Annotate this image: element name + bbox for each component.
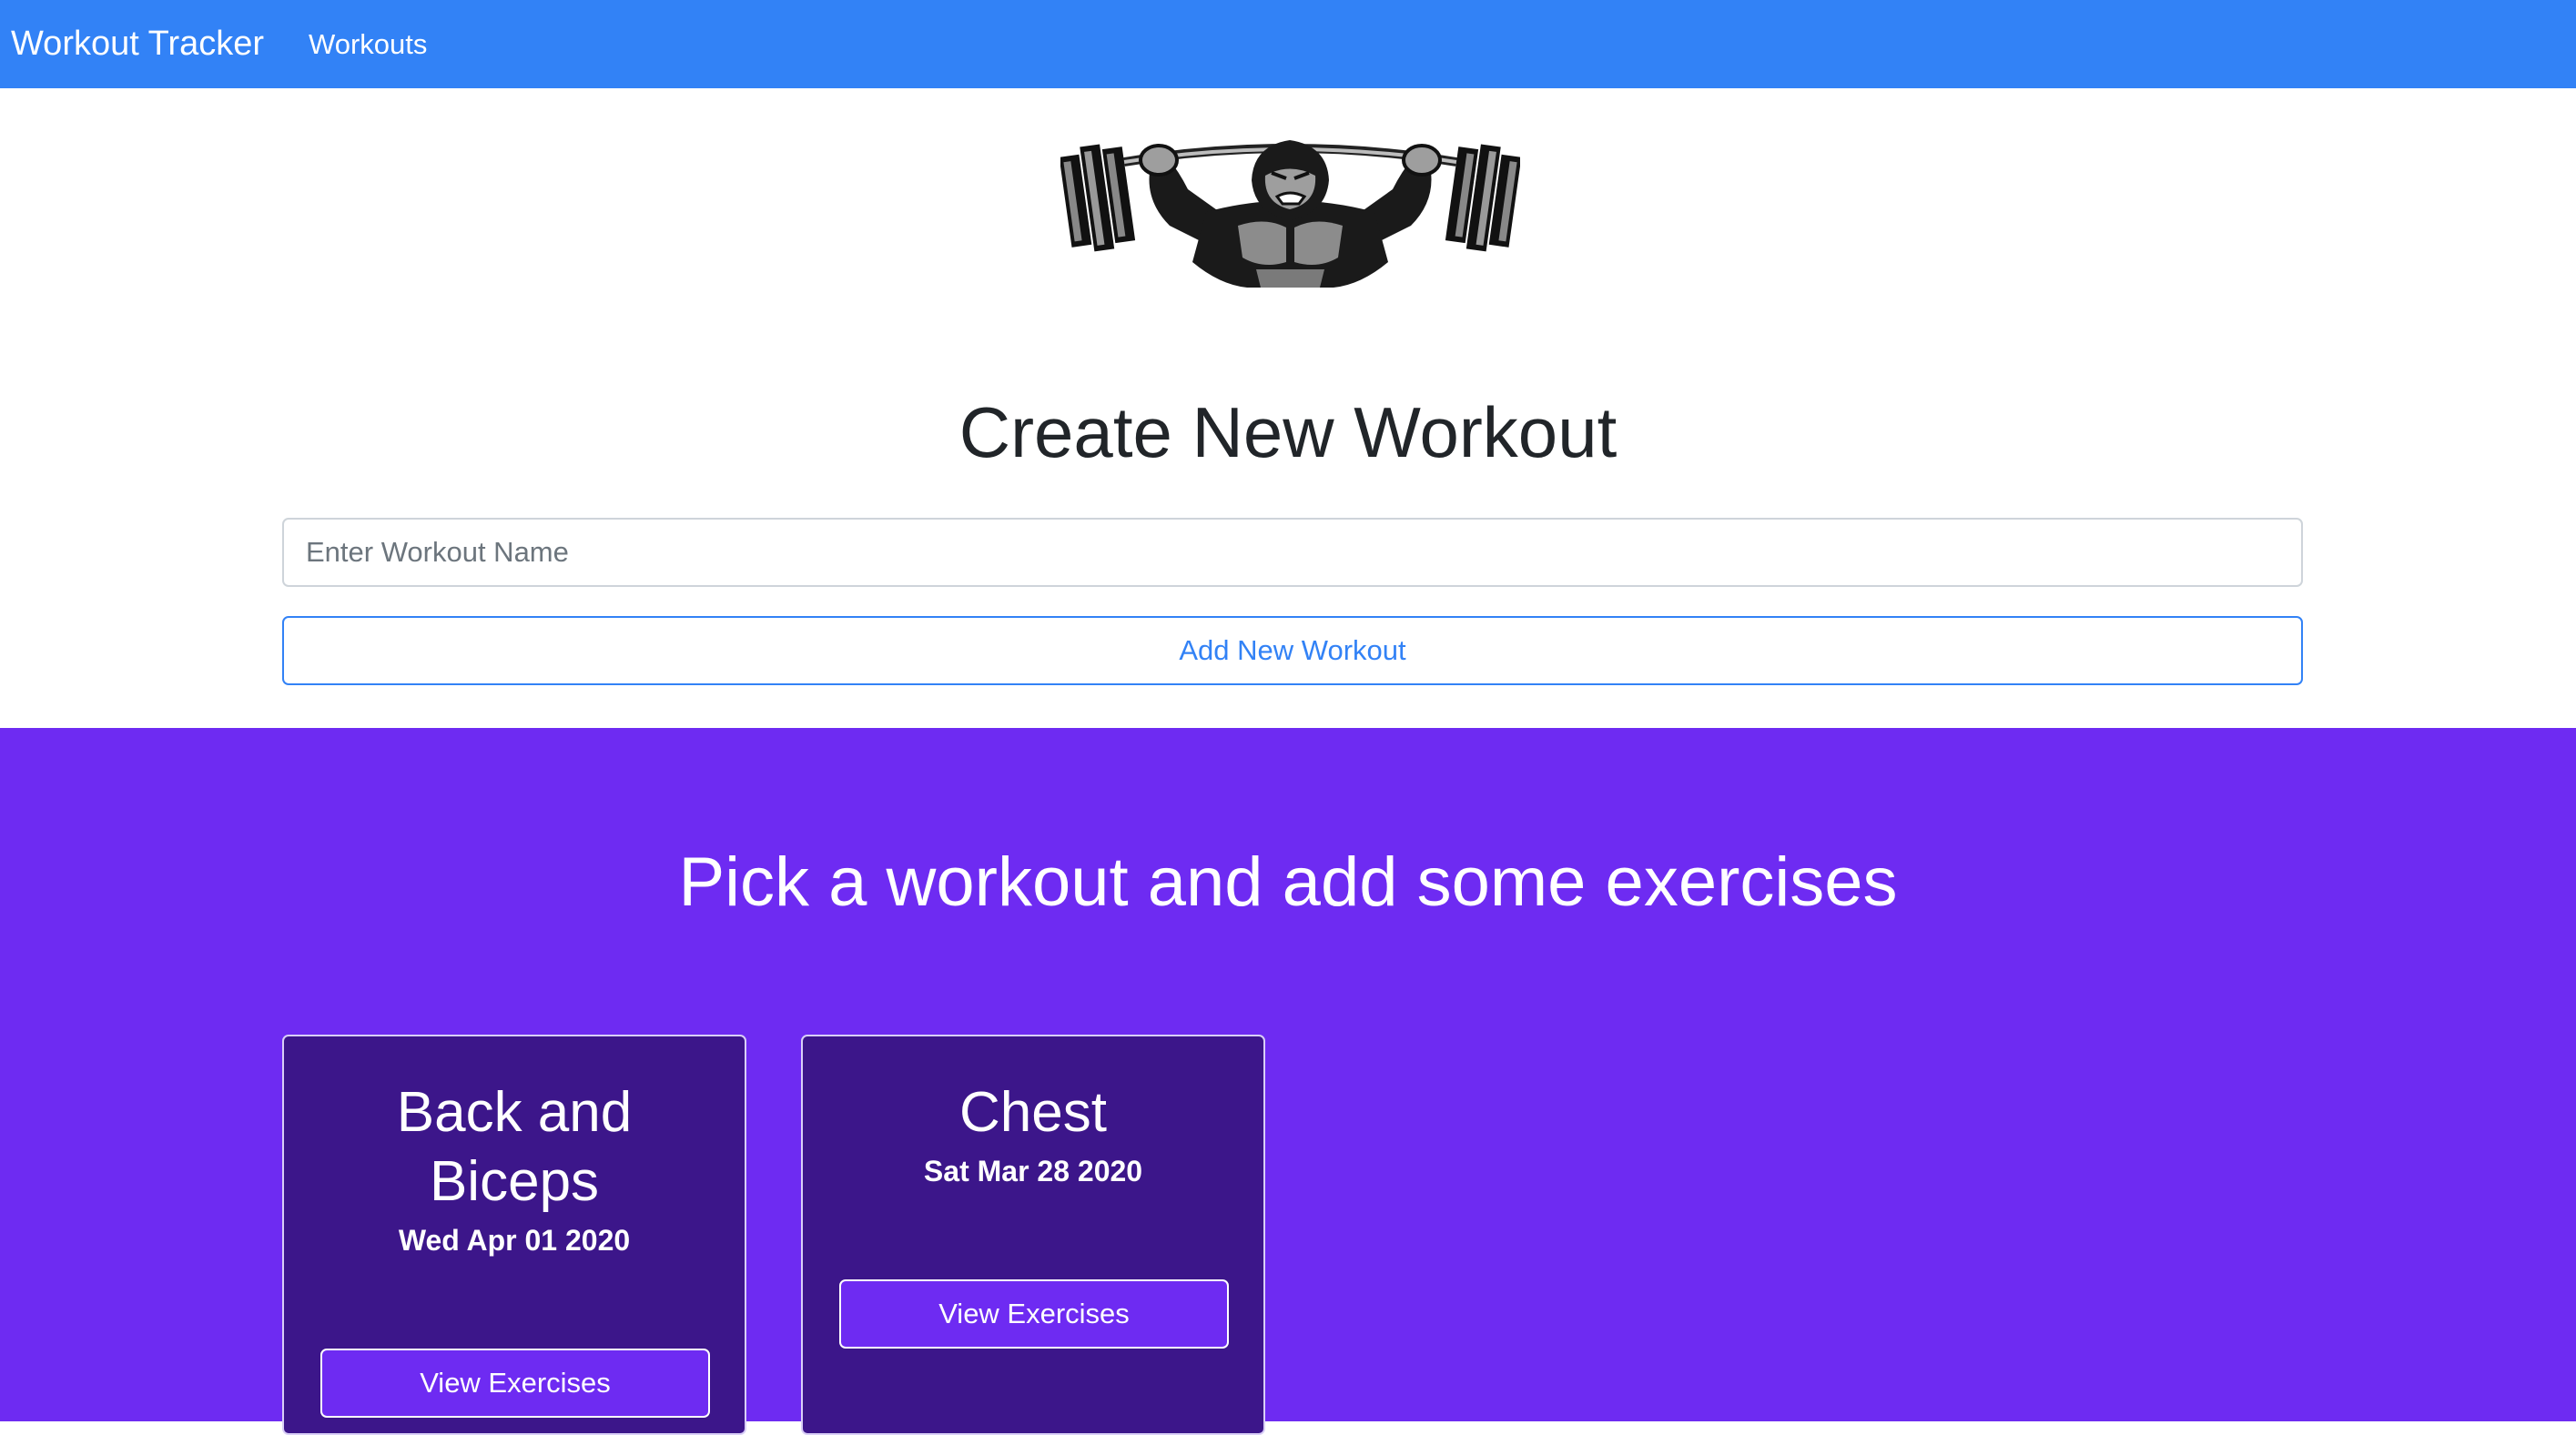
workout-card: Back and Biceps Wed Apr 01 2020 View Exe… (282, 1035, 746, 1435)
workout-name-input[interactable] (282, 518, 2303, 587)
view-exercises-button[interactable]: View Exercises (320, 1349, 710, 1418)
brand-link[interactable]: Workout Tracker (11, 25, 264, 64)
add-new-workout-button[interactable]: Add New Workout (282, 616, 2303, 685)
workout-card: Chest Sat Mar 28 2020 View Exercises (801, 1035, 1265, 1435)
workout-card-date: Wed Apr 01 2020 (398, 1224, 631, 1257)
view-exercises-button[interactable]: View Exercises (839, 1279, 1229, 1349)
gorilla-barbell-logo (1059, 126, 1522, 298)
workout-card-title: Chest (959, 1081, 1107, 1144)
workouts-section-title: Pick a workout and add some exercises (678, 844, 1898, 921)
workout-card-date: Sat Mar 28 2020 (923, 1155, 1143, 1187)
gorilla-icon (1059, 140, 1522, 288)
create-workout-title: Create New Workout (958, 392, 1618, 472)
navbar: Workout Tracker Workouts (0, 0, 2576, 88)
workout-card-title: Back and Biceps (396, 1081, 633, 1213)
nav-link-workouts[interactable]: Workouts (309, 28, 427, 61)
